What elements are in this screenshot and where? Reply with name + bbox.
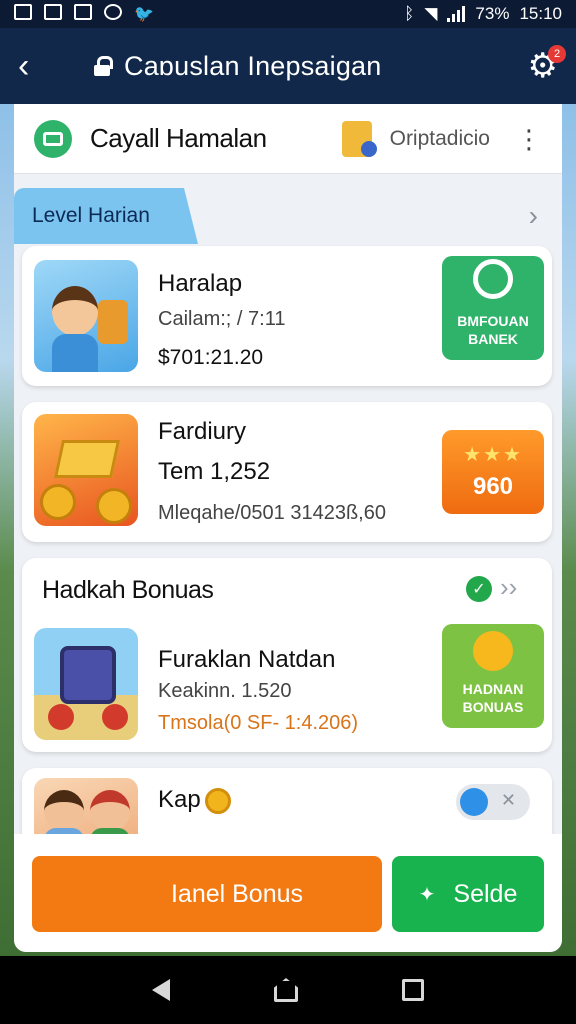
back-arrow-icon[interactable]: ‹ bbox=[18, 49, 58, 83]
account-name: Cayall Hamalan bbox=[90, 123, 267, 153]
page-title: Caɒuslan Inepsaigan bbox=[124, 50, 382, 81]
bonus-button-label: HADNAN BONUAS bbox=[462, 681, 524, 715]
chevron-right-icon[interactable]: › bbox=[529, 200, 538, 232]
kid-thumbnail bbox=[34, 260, 138, 372]
sync-icon bbox=[104, 4, 122, 20]
claim-button-label: BMFOUAN BANEK bbox=[457, 313, 529, 347]
gold-thumbnail bbox=[34, 414, 138, 526]
nav-home-icon[interactable] bbox=[274, 978, 298, 1002]
signal-icon bbox=[447, 6, 466, 22]
card-value: Mleqahe/0501 31423ß,60 bbox=[158, 502, 386, 524]
nav-back-icon[interactable] bbox=[152, 979, 170, 1001]
check-icon: ✓ bbox=[466, 576, 492, 602]
cart-thumbnail bbox=[34, 628, 138, 740]
gallery-icon bbox=[44, 4, 62, 20]
content-sheet: Cayall Hamalan Oriptadicio ⋮ Level Haria… bbox=[14, 104, 562, 952]
settings-gear-icon[interactable]: ⚙ 2 bbox=[528, 45, 566, 83]
level-section-header[interactable]: Level Harian › bbox=[14, 188, 562, 244]
stars-button[interactable]: ★★★ 960 bbox=[442, 430, 544, 514]
card-title: Fardiury bbox=[158, 418, 247, 445]
bonus-item-title: Furaklan Natdan bbox=[158, 646, 336, 673]
toggle-switch[interactable]: ✕ bbox=[456, 784, 530, 820]
bonus-item-subtitle: Keakinn. 1.520 bbox=[158, 680, 292, 702]
coin-icon bbox=[473, 631, 513, 671]
select-button-label: Selde bbox=[453, 879, 518, 908]
app-bar: ‹ Caɒuslan Inepsaigan ⚙ 2 bbox=[0, 28, 576, 104]
bluetooth-icon: ᛒ bbox=[404, 4, 415, 23]
notification-icons: 🐦 bbox=[14, 4, 154, 24]
bonus-item-value: Tmsola(0 SF- 1:4.206) bbox=[158, 712, 359, 734]
chevron-right-icon[interactable]: ›› bbox=[500, 572, 517, 603]
select-button[interactable]: ✦ Selde bbox=[392, 856, 544, 932]
stars-value: 960 bbox=[472, 472, 514, 500]
link-icon bbox=[473, 259, 513, 299]
account-header: Cayall Hamalan Oriptadicio ⋮ bbox=[14, 104, 562, 174]
system-nav-bar bbox=[0, 956, 576, 1024]
bonus-button[interactable]: HADNAN BONUAS bbox=[442, 624, 544, 728]
crypto-label[interactable]: Oriptadicio bbox=[390, 127, 490, 151]
toggle-knob bbox=[460, 788, 488, 816]
battery-text: 73% bbox=[475, 4, 510, 23]
image-icon bbox=[14, 4, 32, 20]
card-value: $701:21.20 bbox=[158, 346, 264, 369]
photo-icon bbox=[74, 4, 92, 20]
card-subtitle: Cailam:; / 7:11 bbox=[158, 308, 286, 330]
more-options-icon[interactable]: ⋮ bbox=[516, 126, 542, 152]
bonus-heading: Hadkah Bonuas bbox=[42, 576, 214, 604]
shop-icon bbox=[34, 119, 72, 158]
wallet-icon bbox=[341, 120, 377, 157]
reward-card[interactable]: Fardiury Tem 1,252 Mleqahe/0501 31423ß,6… bbox=[22, 402, 552, 542]
close-icon: ✕ bbox=[500, 790, 516, 810]
bonus-card[interactable]: Hadkah Bonuas ✓ ›› Furaklan Natdan Keaki… bbox=[22, 558, 552, 752]
level-tab[interactable]: Level Harian bbox=[14, 188, 198, 244]
stars-icon: ★★★ bbox=[463, 443, 523, 466]
level-tab-label: Level Harian bbox=[32, 204, 150, 227]
reward-card[interactable]: Haralap Cailam:; / 7:11 $701:21.20 BMFOU… bbox=[22, 246, 552, 386]
partial-card-title: Kap bbox=[158, 786, 231, 814]
wifi-icon: ◥ bbox=[424, 4, 438, 23]
claim-button[interactable]: BMFOUAN BANEK bbox=[442, 256, 544, 360]
bonus-button-label: Ianel Bonus bbox=[170, 879, 304, 908]
sparkle-icon: ✦ bbox=[418, 883, 436, 906]
twitter-icon: 🐦 bbox=[134, 6, 154, 23]
coin-icon bbox=[204, 787, 231, 814]
nav-recent-icon[interactable] bbox=[402, 979, 424, 1001]
card-subtitle: Tem 1,252 bbox=[158, 458, 271, 485]
card-title: Haralap bbox=[158, 270, 243, 297]
clock: 15:10 bbox=[519, 4, 562, 23]
bonus-button[interactable]: Ianel Bonus bbox=[32, 856, 382, 932]
status-bar: 🐦 ᛒ ◥ 73% 15:10 bbox=[0, 0, 576, 28]
notification-badge: 2 bbox=[548, 45, 566, 63]
lock-icon bbox=[94, 56, 113, 76]
